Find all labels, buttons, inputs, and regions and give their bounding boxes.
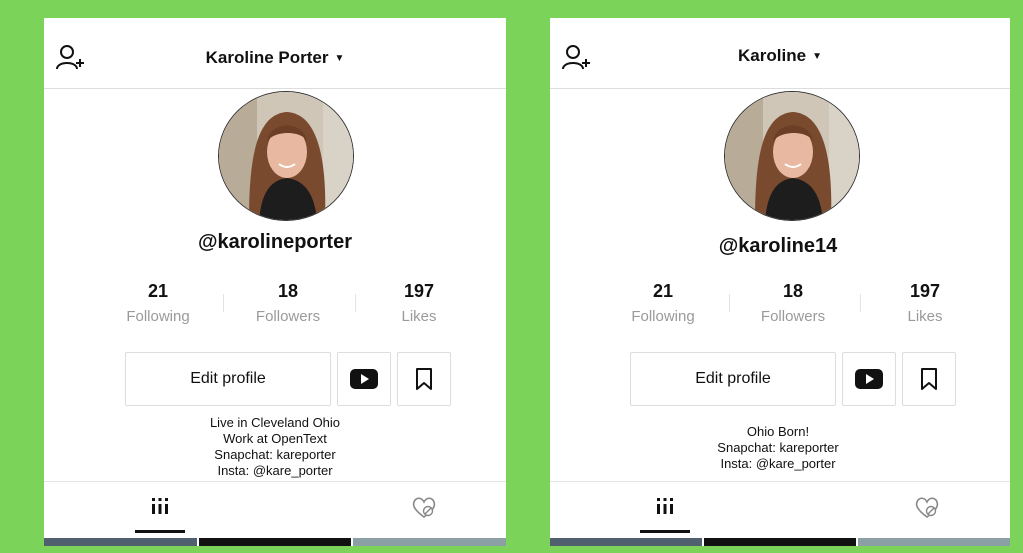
stat-separator [729,294,730,312]
header-divider [44,88,506,89]
edit-profile-button[interactable]: Edit profile [125,352,331,406]
video-thumbnails [44,538,506,546]
caret-down-icon: ▼ [812,51,822,62]
bio-line: Snapchat: kareporter [717,440,839,455]
bio-line: Ohio Born! [746,424,810,439]
bio-line: Work at OpenText [223,431,327,446]
bio-line: Insta: @kare_porter [720,456,836,471]
edit-profile-button[interactable]: Edit profile [630,352,836,406]
stat-likes[interactable]: 197 Likes [870,281,980,325]
video-thumbnail[interactable] [704,538,856,546]
video-thumbnail[interactable] [198,538,352,546]
stat-following[interactable]: 21 Following [608,281,718,325]
panel-divider [506,9,536,546]
followers-label: Followers [760,308,826,325]
username-handle: @karolineporter [198,231,352,253]
stat-separator [223,294,224,312]
profile-panel-right: Karoline ▼ @karoline14 21 Following 18 Fo… [550,18,1010,546]
caret-down-icon: ▼ [334,53,345,64]
account-name: Karoline [738,46,807,65]
tab-videos[interactable] [135,496,185,522]
youtube-button[interactable] [337,352,391,406]
avatar[interactable] [218,91,354,221]
account-switcher[interactable]: Karoline Porter ▼ [44,48,506,68]
active-tab-indicator [640,530,690,533]
tab-videos[interactable] [640,496,690,522]
bio-line: Live in Cleveland Ohio [209,415,341,430]
youtube-icon [855,369,883,389]
stat-separator [860,294,861,312]
likes-count: 197 [403,281,435,301]
stat-followers[interactable]: 18 Followers [233,281,343,325]
youtube-button[interactable] [842,352,896,406]
likes-label: Likes [907,308,943,325]
header-divider [550,88,1010,89]
grid-icon [657,498,673,514]
active-tab-indicator [135,530,185,533]
tab-divider [44,481,506,482]
likes-count: 197 [909,281,941,301]
followers-count: 18 [782,281,804,301]
bookmark-icon [416,368,432,390]
account-switcher[interactable]: Karoline ▼ [550,46,1010,66]
username-handle: @karoline14 [718,235,838,257]
grid-icon [152,498,168,514]
following-count: 21 [147,281,169,301]
likes-label: Likes [401,308,437,325]
youtube-icon [350,369,378,389]
stat-following[interactable]: 21 Following [103,281,213,325]
followers-count: 18 [277,281,299,301]
tab-divider [550,481,1010,482]
video-thumbnail[interactable] [44,538,197,546]
video-thumbnails [550,538,1010,546]
heart-hidden-icon[interactable] [912,495,942,521]
heart-hidden-icon[interactable] [409,495,439,521]
bio: Ohio Born! Snapchat: kareporter Insta: @… [550,424,1010,472]
video-thumbnail[interactable] [353,538,506,546]
stat-likes[interactable]: 197 Likes [364,281,474,325]
following-label: Following [126,308,190,325]
bookmark-button[interactable] [397,352,451,406]
stat-followers[interactable]: 18 Followers [738,281,848,325]
bio: Live in Cleveland Ohio Work at OpenText … [44,415,506,479]
avatar[interactable] [724,91,860,221]
video-thumbnail[interactable] [858,538,1010,546]
video-thumbnail[interactable] [550,538,702,546]
bookmark-icon [921,368,937,390]
followers-label: Followers [255,308,321,325]
following-count: 21 [652,281,674,301]
stat-separator [355,294,356,312]
following-label: Following [631,308,695,325]
bookmark-button[interactable] [902,352,956,406]
bio-line: Insta: @kare_porter [217,463,333,478]
account-name: Karoline Porter [205,48,329,67]
profile-panel-left: Karoline Porter ▼ @karolineporter 21 Foll… [44,18,506,546]
bio-line: Snapchat: kareporter [214,447,336,462]
